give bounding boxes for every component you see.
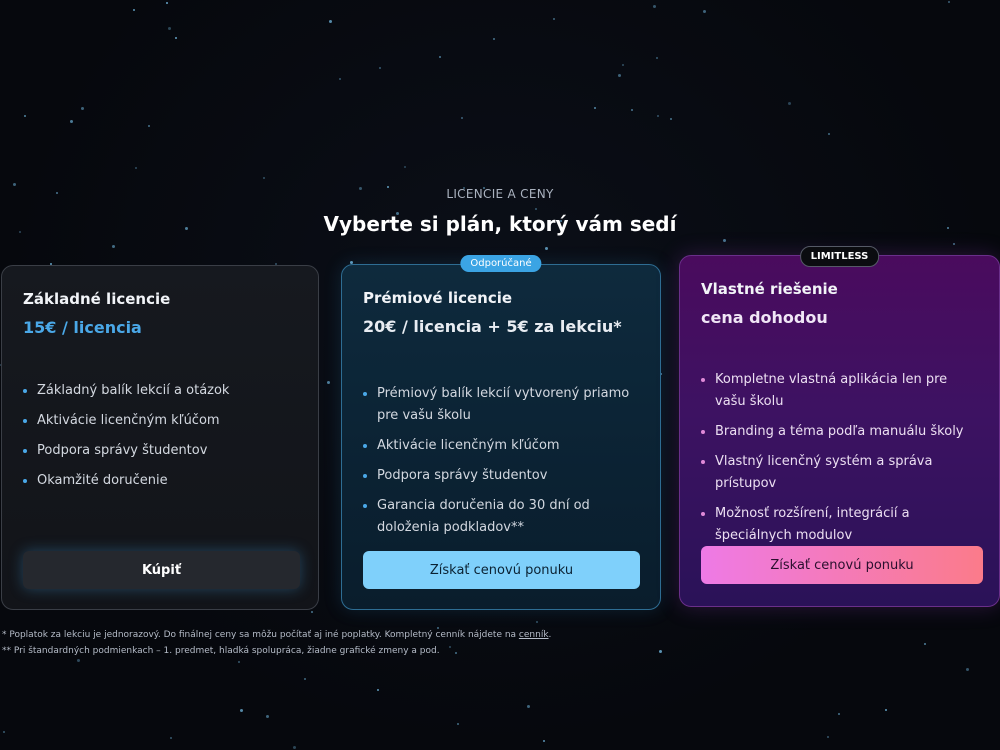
star [493, 38, 495, 40]
star [327, 381, 330, 384]
star [553, 18, 555, 20]
star [24, 115, 26, 117]
footnote-1: * Poplatok za lekciu je jednorazový. Do … [2, 627, 551, 643]
feature-item: Garancia doručenia do 30 dní od doloženi… [363, 495, 639, 539]
star [238, 661, 240, 663]
star [133, 9, 135, 11]
star [543, 740, 545, 742]
feature-item: Podpora správy študentov [23, 440, 297, 462]
feature-item: Okamžité doručenie [23, 470, 297, 492]
buy-button[interactable]: Kúpiť [23, 551, 300, 589]
star [379, 67, 381, 69]
star [166, 2, 168, 4]
star [377, 689, 379, 691]
feature-item: Vlastný licenčný systém a správa prístup… [701, 451, 978, 495]
feature-list: Kompletne vlastná aplikácia len pre vašu… [701, 369, 978, 547]
star [293, 746, 296, 749]
star [838, 713, 840, 715]
plan-title: Prémiové licencie [363, 289, 513, 307]
star [536, 621, 538, 623]
plan-title: Vlastné riešenie [701, 280, 838, 298]
star [266, 715, 269, 718]
footnote-1-end: . [548, 630, 552, 640]
star [404, 166, 406, 168]
star [827, 736, 829, 738]
feature-list: Základný balík lekcií a otázok Aktivácie… [23, 380, 297, 492]
star [81, 107, 84, 110]
star [545, 247, 548, 250]
star [656, 57, 658, 59]
section-eyebrow: LICENCIE A CENY [446, 187, 554, 201]
star [329, 20, 332, 23]
feature-item: Možnosť rozšírení, integrácií a špeciáln… [701, 503, 978, 547]
star [885, 709, 887, 711]
feature-item: Aktivácie licenčným kľúčom [23, 410, 297, 432]
get-quote-button[interactable]: Získať cenovú ponuku [701, 546, 983, 584]
plan-price: cena dohodou [701, 308, 828, 327]
pricing-page: LICENCIE A CENY Vyberte si plán, ktorý v… [0, 0, 1000, 750]
star [457, 723, 459, 725]
star [148, 125, 150, 127]
star [175, 37, 177, 39]
star [657, 115, 659, 117]
plan-card-custom: LIMITLESS Vlastné riešenie cena dohodou … [679, 246, 1000, 607]
star [304, 678, 306, 680]
footnote-2: ** Pri štandardných podmienkach – 1. pre… [2, 646, 440, 656]
star [439, 56, 441, 58]
star [13, 183, 16, 186]
star [723, 239, 726, 242]
feature-item: Aktivácie licenčným kľúčom [363, 435, 639, 457]
feature-item: Základný balík lekcií a otázok [23, 380, 297, 402]
star [653, 5, 656, 8]
plan-card-premium: Odporúčané Prémiové licencie 20€ / licen… [341, 255, 661, 610]
star [618, 74, 621, 77]
footnote-1-text: * Poplatok za lekciu je jednorazový. Do … [2, 630, 519, 640]
star [339, 78, 341, 80]
star [112, 245, 115, 248]
feature-item: Branding a téma podľa manuálu školy [701, 421, 978, 443]
star [461, 117, 463, 119]
star [70, 120, 73, 123]
star [948, 1, 950, 3]
star [703, 10, 706, 13]
plan-price: 20€ / licencia + 5€ za lekciu* [363, 317, 622, 336]
star [631, 109, 633, 111]
star [3, 731, 5, 733]
star [953, 243, 955, 245]
star [594, 107, 596, 109]
star [240, 709, 243, 712]
star [966, 668, 969, 671]
star [77, 659, 80, 662]
section-heading: Vyberte si plán, ktorý vám sedí [323, 212, 677, 236]
star [527, 705, 530, 708]
star [670, 118, 672, 120]
star [135, 167, 137, 169]
footnotes: * Poplatok za lekciu je jednorazový. Do … [2, 627, 551, 659]
star [924, 643, 926, 645]
feature-item: Kompletne vlastná aplikácia len pre vašu… [701, 369, 978, 413]
star [622, 64, 624, 66]
plan-card-basic: Základné licencie 15€ / licencia Základn… [1, 265, 319, 610]
recommended-badge: Odporúčané [460, 255, 542, 272]
star [311, 611, 313, 613]
feature-item: Podpora správy študentov [363, 465, 639, 487]
star [535, 208, 537, 210]
feature-list: Prémiový balík lekcií vytvorený priamo p… [363, 383, 639, 539]
star [788, 102, 791, 105]
star [170, 737, 172, 739]
star [828, 133, 830, 135]
star [263, 177, 265, 179]
pricing-link[interactable]: cenník [519, 630, 549, 640]
plan-title: Základné licencie [23, 290, 171, 308]
star [659, 650, 662, 653]
get-quote-button[interactable]: Získať cenovú ponuku [363, 551, 640, 589]
feature-item: Prémiový balík lekcií vytvorený priamo p… [363, 383, 639, 427]
limitless-badge: LIMITLESS [799, 246, 880, 267]
star [168, 27, 171, 30]
plan-price: 15€ / licencia [23, 318, 142, 337]
